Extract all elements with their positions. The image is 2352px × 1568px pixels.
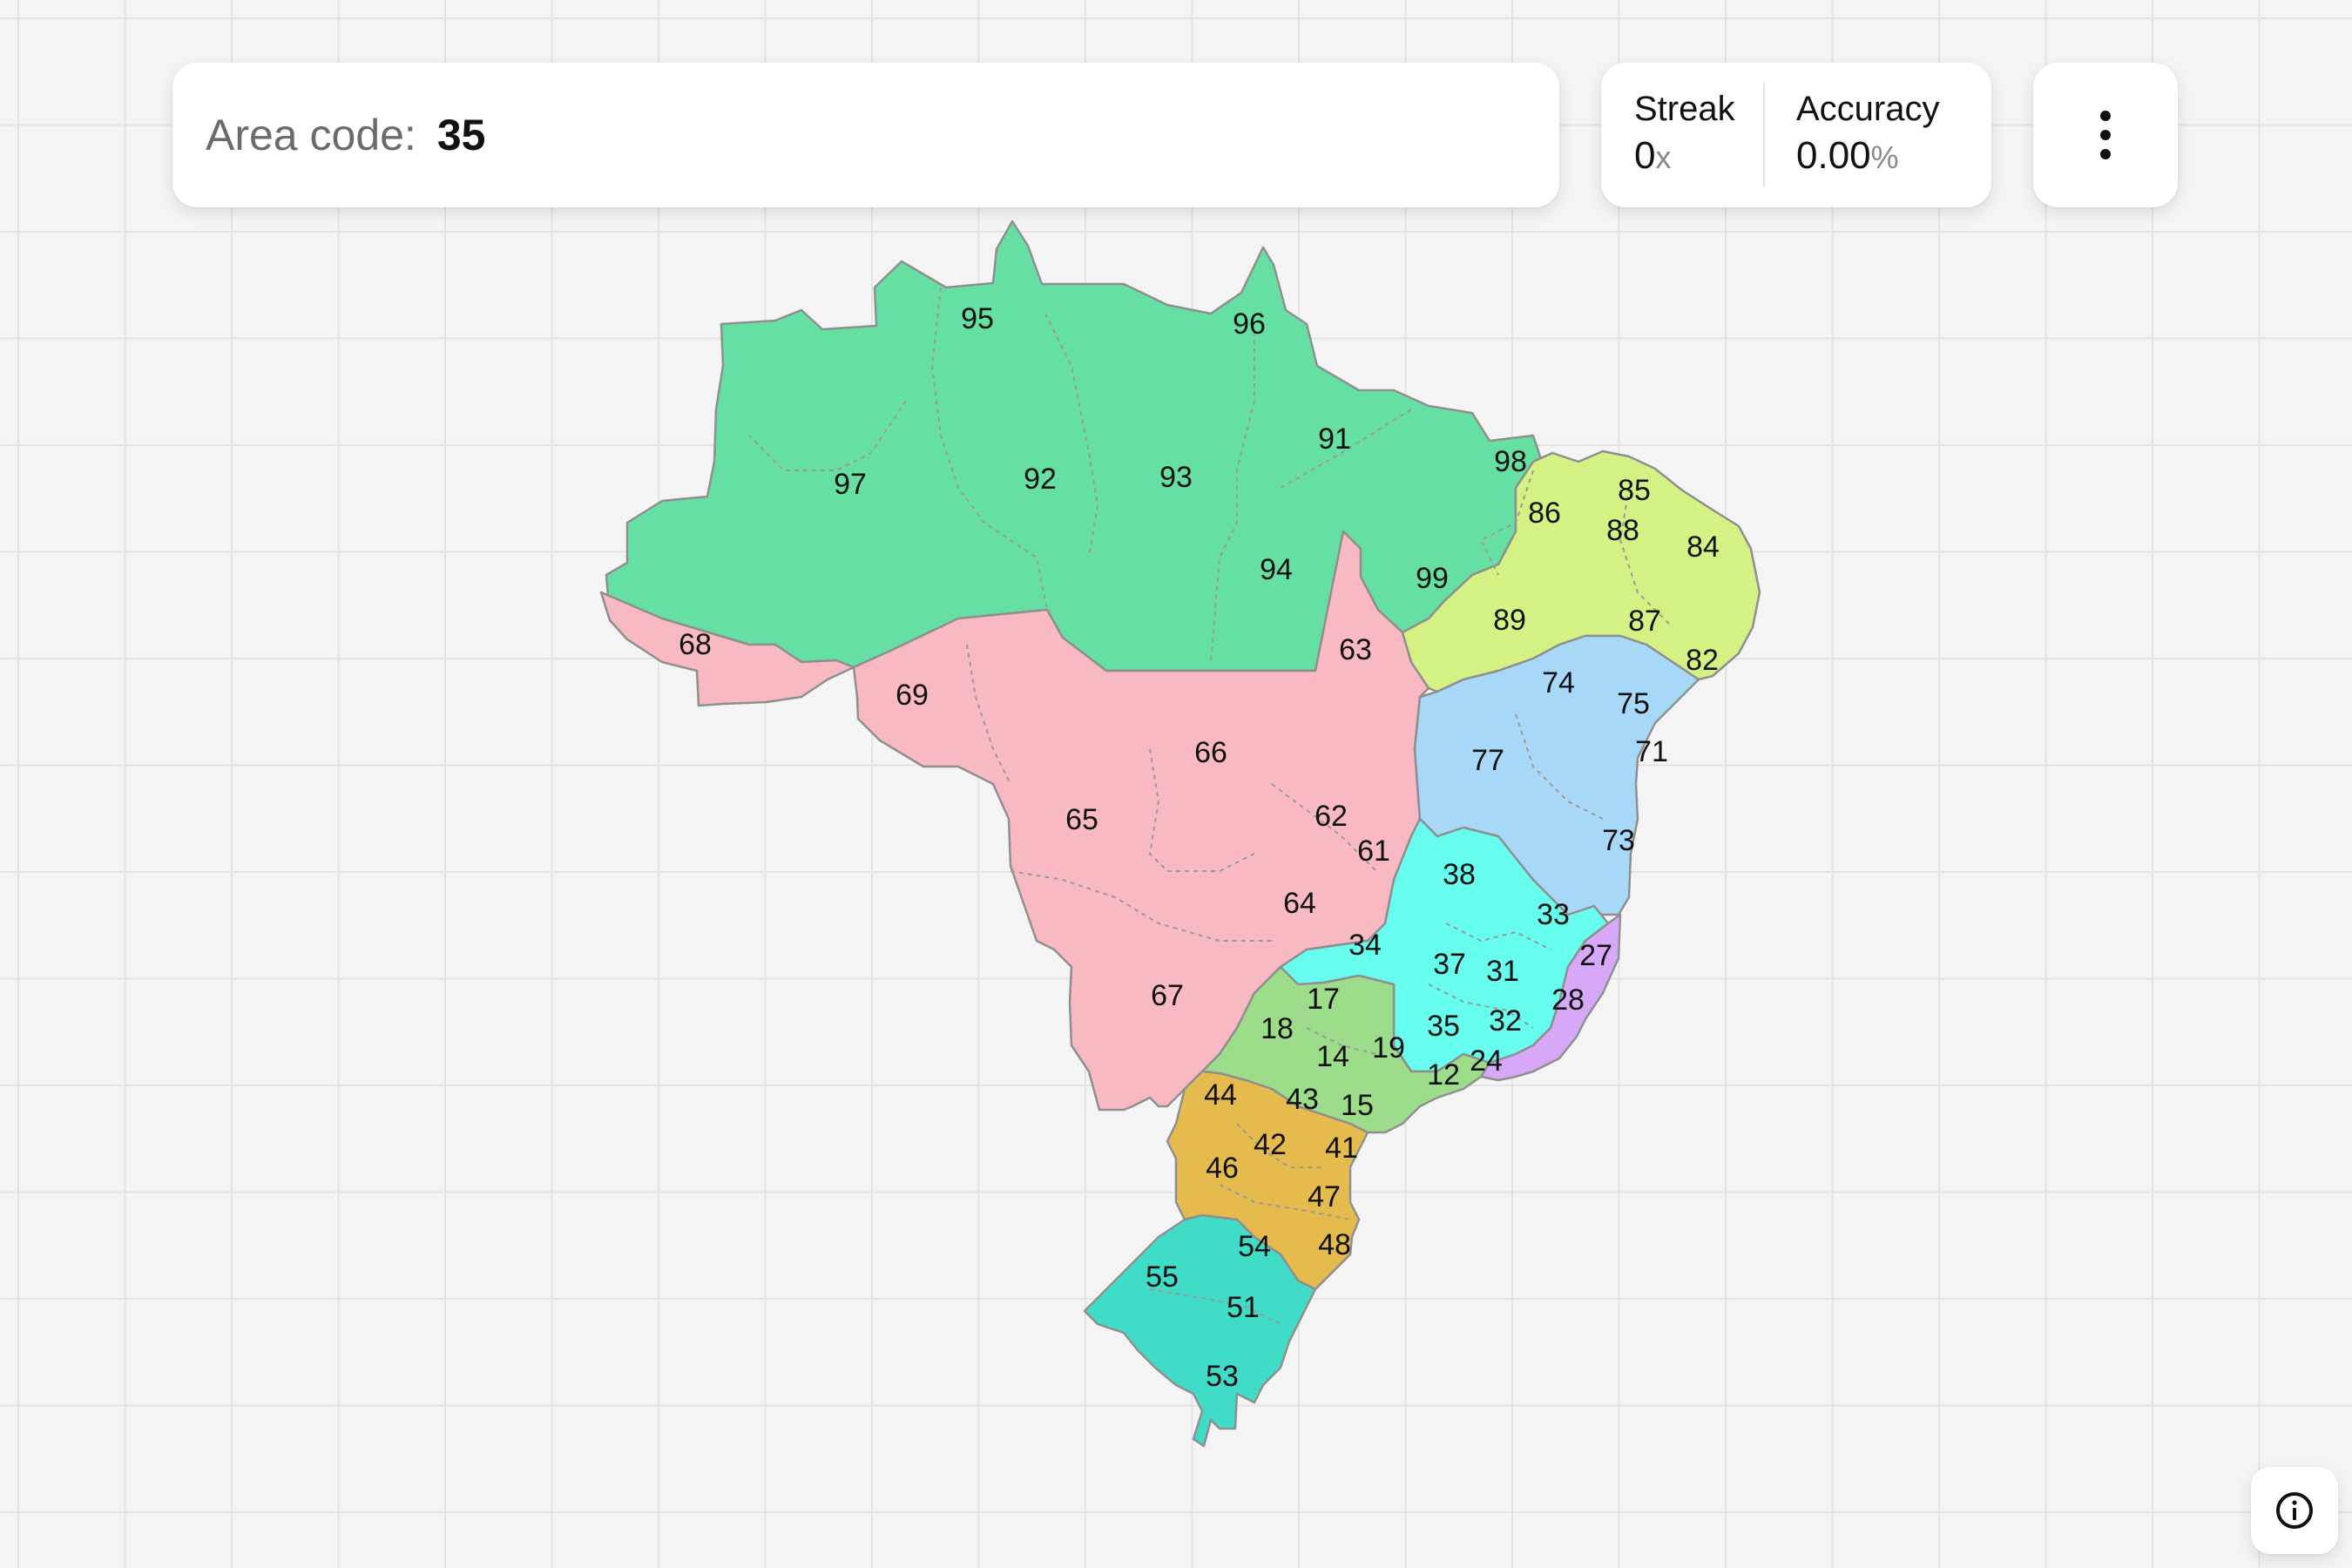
area-code-label-42: 42 — [1254, 1128, 1287, 1161]
area-code-label-38: 38 — [1443, 858, 1476, 891]
area-code-label-89: 89 — [1493, 604, 1526, 637]
area-code-label-64: 64 — [1283, 887, 1316, 920]
area-code-label-95: 95 — [961, 302, 994, 335]
area-code-label-75: 75 — [1617, 687, 1650, 720]
area-code-label-73: 73 — [1602, 824, 1635, 857]
area-code-label-14: 14 — [1316, 1040, 1349, 1073]
area-code-label-53: 53 — [1206, 1360, 1239, 1393]
area-code-label-74: 74 — [1542, 666, 1575, 700]
area-code-label-17: 17 — [1307, 983, 1340, 1016]
area-code-label-41: 41 — [1325, 1132, 1358, 1165]
area-code-label-46: 46 — [1206, 1152, 1239, 1185]
area-code-label-86: 86 — [1528, 497, 1561, 530]
area-code-label-37: 37 — [1433, 948, 1466, 981]
area-code-label-69: 69 — [896, 679, 929, 712]
area-code-label-33: 33 — [1537, 898, 1570, 931]
area-code-label-65: 65 — [1065, 803, 1098, 836]
area-code-label-84: 84 — [1686, 531, 1720, 564]
area-code-label-27: 27 — [1579, 939, 1612, 972]
area-code-label-43: 43 — [1286, 1083, 1319, 1116]
area-code-label-71: 71 — [1635, 735, 1668, 768]
area-code-label-44: 44 — [1204, 1078, 1237, 1112]
area-code-label-62: 62 — [1315, 800, 1348, 833]
area-code-label-24: 24 — [1470, 1044, 1503, 1078]
area-code-label-47: 47 — [1308, 1180, 1341, 1213]
area-code-label-87: 87 — [1628, 605, 1661, 638]
area-code-label-98: 98 — [1494, 445, 1527, 478]
area-code-label-15: 15 — [1341, 1089, 1374, 1122]
area-code-label-48: 48 — [1318, 1228, 1351, 1261]
area-code-label-34: 34 — [1348, 929, 1382, 962]
area-code-label-63: 63 — [1339, 633, 1372, 666]
area-code-label-66: 66 — [1194, 736, 1227, 769]
area-code-label-19: 19 — [1372, 1031, 1405, 1064]
area-code-label-28: 28 — [1551, 983, 1585, 1017]
area-code-label-88: 88 — [1606, 514, 1639, 547]
area-code-label-94: 94 — [1260, 553, 1293, 586]
area-code-label-12: 12 — [1427, 1058, 1460, 1092]
area-code-label-97: 97 — [834, 468, 867, 501]
area-code-label-18: 18 — [1260, 1012, 1294, 1045]
area-code-label-96: 96 — [1233, 308, 1266, 341]
area-code-label-82: 82 — [1686, 644, 1719, 677]
area-code-label-92: 92 — [1024, 463, 1057, 496]
area-code-label-77: 77 — [1471, 744, 1504, 777]
area-code-label-54: 54 — [1238, 1230, 1271, 1263]
area-code-label-31: 31 — [1486, 955, 1519, 988]
region-north[interactable] — [605, 220, 1544, 672]
area-code-label-51: 51 — [1227, 1291, 1260, 1324]
area-code-label-61: 61 — [1357, 835, 1390, 868]
area-code-label-67: 67 — [1151, 979, 1184, 1012]
brazil-area-code-map: 95 96 97 92 93 91 98 94 99 85 86 88 84 89 87 82 68 69 63 74… — [599, 220, 1761, 1448]
area-code-label-35: 35 — [1427, 1010, 1460, 1043]
area-code-label-68: 68 — [679, 628, 712, 661]
area-code-label-85: 85 — [1618, 474, 1651, 507]
area-code-label-91: 91 — [1318, 422, 1351, 456]
area-code-label-55: 55 — [1146, 1260, 1179, 1294]
area-code-label-32: 32 — [1489, 1004, 1522, 1037]
area-code-label-99: 99 — [1416, 562, 1449, 595]
area-code-label-93: 93 — [1159, 461, 1193, 494]
